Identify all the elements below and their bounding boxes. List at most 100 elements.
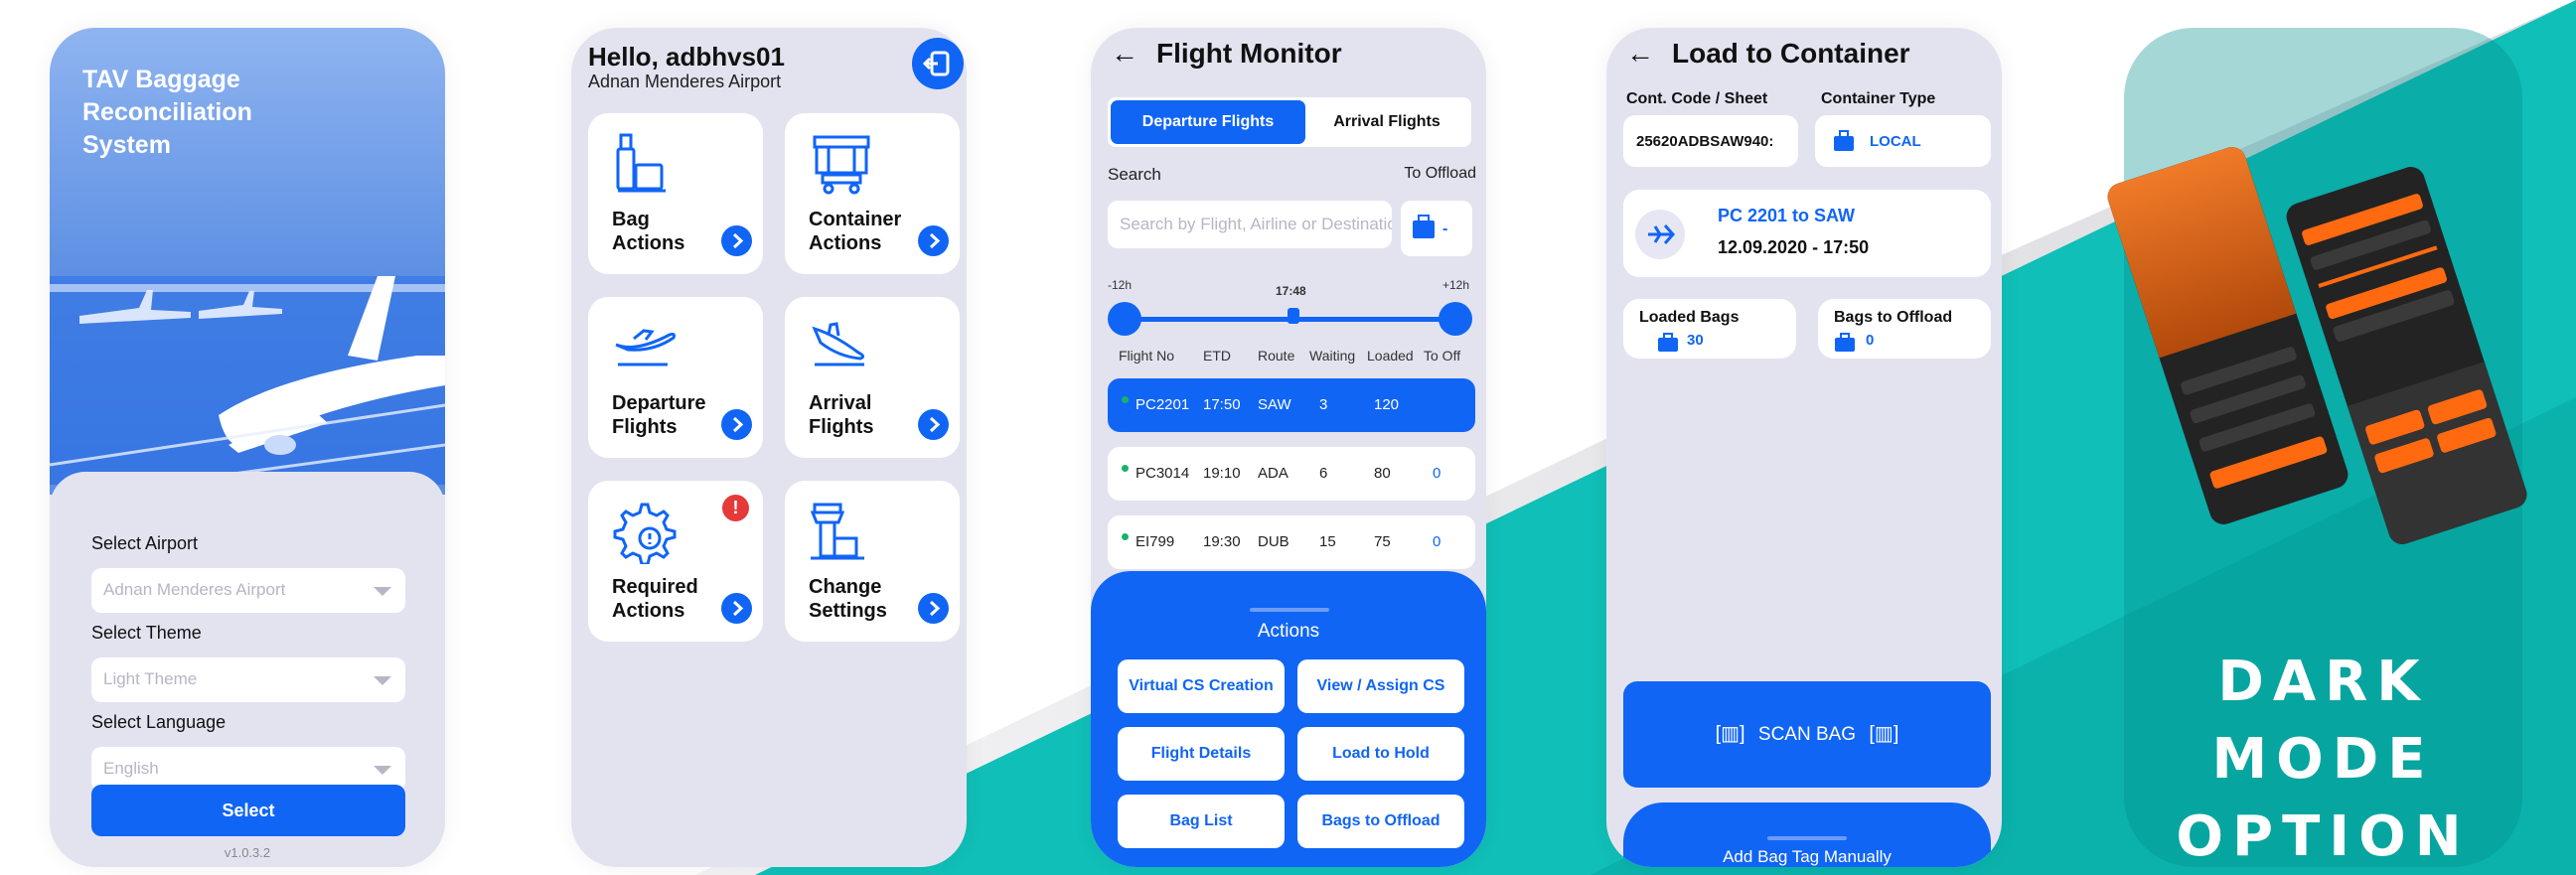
flight-monitor-screen: ← Flight Monitor Departure Flights Arriva…	[1091, 28, 1486, 867]
column-header: Flight No	[1119, 348, 1175, 364]
to-offload: 0	[1433, 533, 1441, 550]
chevron-down-icon	[374, 676, 391, 685]
bags-to-offload-count: 0	[1866, 332, 1875, 349]
barcode-icon: [▥]	[1715, 723, 1745, 745]
slider-current-label: 17:48	[1276, 284, 1306, 298]
arrival-plane-icon	[812, 322, 865, 366]
tile-container-actions[interactable]: Container Actions	[785, 113, 960, 274]
departure-plane-icon	[615, 329, 676, 366]
load-to-container-screen: ← Load to Container Cont. Code / Sheet Co…	[1606, 28, 2002, 867]
flight-no: EI799	[1136, 533, 1175, 550]
container-icon	[813, 135, 870, 195]
theme-select-value: Light Theme	[103, 669, 198, 688]
tab-arrival-flights[interactable]: Arrival Flights	[1305, 100, 1468, 144]
language-label: Select Language	[91, 712, 227, 732]
airplane-icon	[1635, 210, 1685, 259]
etd: 19:30	[1203, 533, 1241, 550]
drag-handle[interactable]	[1250, 608, 1329, 612]
loaded: 80	[1374, 465, 1391, 482]
tab-departure-flights[interactable]: Departure Flights	[1111, 100, 1305, 144]
offload-filter-value: -	[1442, 220, 1447, 237]
barcode-icon: [▥]	[1869, 723, 1899, 745]
flight-details-button[interactable]: Flight Details	[1118, 727, 1285, 781]
offload-filter-button[interactable]: -	[1401, 201, 1472, 256]
greeting: Hello, adbhvs01	[588, 42, 785, 72]
airport-select[interactable]: Adnan Menderes Airport	[91, 568, 405, 613]
chevron-right-icon	[721, 225, 752, 256]
tile-label: Required Actions	[612, 576, 698, 622]
tile-arrival-flights[interactable]: Arrival Flights	[785, 297, 960, 458]
tile-change-settings[interactable]: Change Settings	[785, 481, 960, 642]
flight-no: PC2201	[1136, 396, 1190, 413]
bags-to-offload-label: Bags to Offload	[1834, 309, 1953, 326]
tile-label: Change Settings	[809, 576, 887, 622]
dark-mode-caption: DARK MODE OPTION	[2124, 644, 2522, 875]
to-offload-label: To Offload	[1404, 165, 1476, 182]
column-header: Waiting	[1309, 348, 1356, 364]
container-code-field[interactable]: 25620ADBSAW940:	[1623, 115, 1798, 167]
chevron-right-icon	[721, 409, 752, 440]
chevron-down-icon	[374, 587, 391, 596]
virtual-cs-creation-button[interactable]: Virtual CS Creation	[1118, 659, 1285, 713]
scan-bag-button[interactable]: [▥] SCAN BAG [▥]	[1623, 681, 1991, 788]
container-type-select[interactable]: LOCAL	[1815, 115, 1991, 167]
search-label: Search	[1108, 165, 1161, 184]
waiting: 6	[1319, 465, 1328, 482]
select-button[interactable]: Select	[91, 785, 405, 836]
language-select-value: English	[103, 759, 159, 778]
logout-icon	[922, 51, 950, 76]
range-handle-start[interactable]	[1108, 302, 1141, 336]
page-header: ← Load to Container	[1626, 38, 1910, 70]
slider-max-label: +12h	[1442, 278, 1470, 292]
chevron-right-icon	[918, 593, 949, 624]
search-input[interactable]: Search by Flight, Airline or Destination	[1108, 201, 1392, 248]
suitcase-icon	[1834, 130, 1854, 151]
current-airport: Adnan Menderes Airport	[588, 72, 782, 91]
table-row[interactable]: EI799 19:30 DUB 15 75 0	[1108, 515, 1475, 569]
page-header: ← Flight Monitor	[1111, 38, 1342, 70]
tile-bag-actions[interactable]: Bag Actions	[588, 113, 763, 274]
flight-tabs: Departure Flights Arrival Flights	[1108, 97, 1471, 147]
home-screen: Hello, adbhvs01 Adnan Menderes Airport B…	[571, 28, 967, 867]
theme-select[interactable]: Light Theme	[91, 657, 405, 702]
back-arrow-icon[interactable]: ←	[1111, 38, 1138, 70]
login-screen: TAV Baggage Reconciliation System Select…	[50, 28, 445, 867]
range-handle-end[interactable]	[1439, 302, 1472, 336]
tile-label: Departure Flights	[612, 392, 706, 438]
load-to-hold-button[interactable]: Load to Hold	[1297, 727, 1464, 781]
view-assign-cs-button[interactable]: View / Assign CS	[1297, 659, 1464, 713]
page-title: Flight Monitor	[1156, 38, 1342, 69]
airport-select-value: Adnan Menderes Airport	[103, 580, 286, 599]
page-title: Load to Container	[1672, 38, 1910, 69]
drag-handle[interactable]	[1767, 836, 1847, 840]
tile-required-actions[interactable]: ! Required Actions	[588, 481, 763, 642]
container-type-label: Container Type	[1821, 90, 1936, 107]
bag-actions-icon	[616, 133, 666, 193]
container-code-label: Cont. Code / Sheet	[1626, 90, 1768, 107]
bags-to-offload-button[interactable]: Bags to Offload	[1297, 795, 1464, 848]
tile-label: Arrival Flights	[809, 392, 874, 438]
container-type-value: LOCAL	[1870, 133, 1921, 150]
airport-hero-image: TAV Baggage Reconciliation System	[50, 28, 445, 497]
app-title: TAV Baggage Reconciliation System	[82, 66, 252, 159]
route: SAW	[1258, 396, 1291, 413]
tile-label: Bag Actions	[612, 209, 685, 254]
tile-departure-flights[interactable]: Departure Flights	[588, 297, 763, 458]
chevron-right-icon	[918, 409, 949, 440]
bag-list-button[interactable]: Bag List	[1118, 795, 1285, 848]
table-row[interactable]: PC3014 19:10 ADA 6 80 0	[1108, 447, 1475, 501]
table-row[interactable]: PC2201 17:50 SAW 3 120	[1108, 378, 1475, 432]
manual-entry-sheet[interactable]: Add Bag Tag Manually	[1623, 802, 1991, 867]
loaded-bags-card: Loaded Bags 30	[1623, 299, 1796, 359]
chevron-right-icon	[721, 593, 752, 624]
column-header: Route	[1258, 348, 1295, 364]
loaded: 75	[1374, 533, 1391, 550]
loaded-bags-count: 30	[1687, 332, 1704, 349]
back-arrow-icon[interactable]: ←	[1626, 38, 1654, 70]
waiting: 15	[1319, 533, 1336, 550]
dark-mode-promo: DARK MODE OPTION	[2103, 28, 2531, 869]
logout-button[interactable]	[912, 38, 964, 89]
suitcase-icon	[1658, 333, 1678, 352]
etd: 17:50	[1203, 396, 1241, 413]
waiting: 3	[1319, 396, 1328, 413]
